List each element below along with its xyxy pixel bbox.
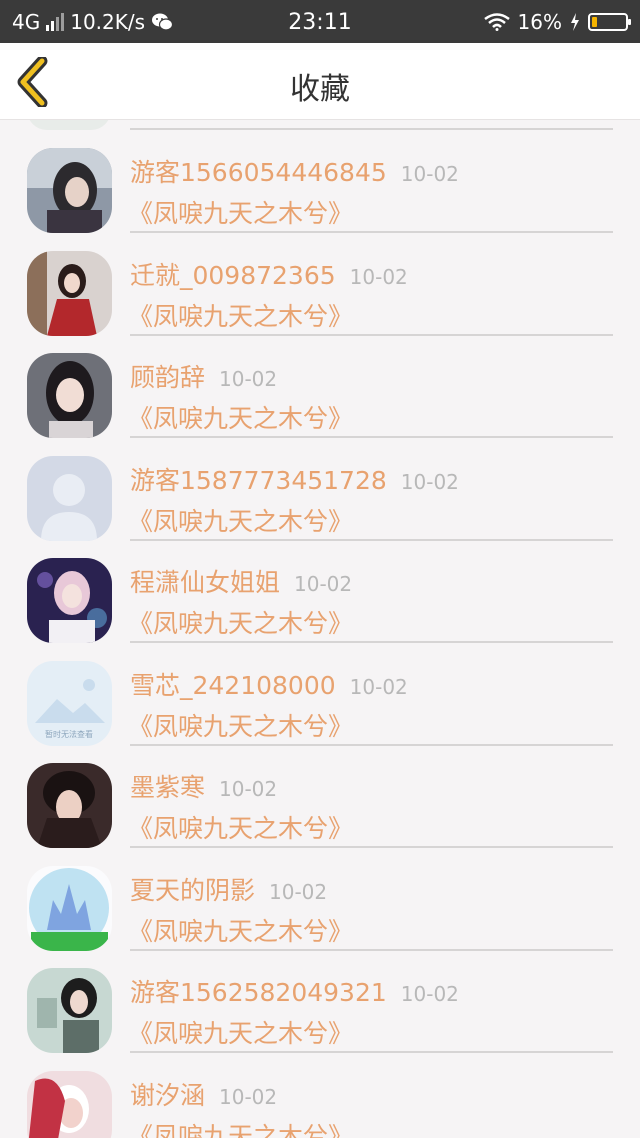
divider <box>130 743 613 746</box>
date-label: 10-02 <box>400 469 459 494</box>
avatar-caption: 暂时无法查看 <box>45 729 93 739</box>
username: 游客1562582049321 10-02 <box>130 973 459 1009</box>
date-label: 10-02 <box>219 777 278 801</box>
avatar[interactable] <box>27 763 112 848</box>
date-label: 10-02 <box>294 572 353 596</box>
book-title-link[interactable]: 《凤唳九天之木兮》 <box>128 399 353 435</box>
book-title-link[interactable]: 《凤唳九天之木兮》 <box>128 707 353 743</box>
divider <box>130 436 613 438</box>
username: 夏天的阴影 10-02 <box>130 871 327 907</box>
avatar[interactable] <box>27 558 112 643</box>
book-title-link[interactable]: 《凤唳九天之木兮》 <box>128 194 353 230</box>
username-text: 迁就_009872365 <box>130 260 336 290</box>
status-right: 16% <box>483 10 631 34</box>
avatar[interactable] <box>27 968 112 1053</box>
username-text: 谢汐涵 <box>130 1080 206 1110</box>
list-item[interactable]: 游客1566054446845 10-02 《凤唳九天之木兮》 <box>0 148 640 250</box>
username-text: 程潇仙女姐姐 <box>130 568 281 597</box>
battery-percent: 16% <box>517 10 562 34</box>
avatar[interactable] <box>27 148 112 233</box>
divider <box>130 128 613 130</box>
book-title-link[interactable]: 《凤唳九天之木兮》 <box>128 502 353 538</box>
avatar[interactable] <box>27 865 112 951</box>
username: 谢汐涵 10-02 <box>130 1076 277 1112</box>
wifi-icon <box>483 13 510 31</box>
divider <box>130 538 613 541</box>
avatar[interactable]: 暂时无法查看 <box>27 660 112 746</box>
status-bar: 4G 10.2K/s 23:11 16% <box>0 0 640 43</box>
username: 墨紫寒 10-02 <box>130 768 277 804</box>
date-label: 10-02 <box>269 879 328 904</box>
list-item[interactable]: 谢汐涵 10-02 《凤唳九天之木兮》 <box>0 1070 640 1138</box>
username: 雪芯_242108000 10-02 <box>130 666 408 702</box>
list-item[interactable]: 迁就_009872365 10-02 《凤唳九天之木兮》 <box>0 250 640 353</box>
username: 游客1566054446845 10-02 <box>130 153 459 189</box>
list-item[interactable]: 程潇仙女姐姐 10-02 《凤唳九天之木兮》 <box>0 558 640 660</box>
divider <box>130 846 613 848</box>
date-label: 10-02 <box>219 367 278 391</box>
book-title-link[interactable]: 《凤唳九天之木兮》 <box>128 604 353 640</box>
list-item[interactable]: 夏天的阴影 10-02 《凤唳九天之木兮》 <box>0 865 640 968</box>
avatar[interactable] <box>27 353 112 438</box>
battery-icon <box>588 13 631 31</box>
username-text: 游客1587773451728 <box>130 465 387 495</box>
divider <box>130 333 613 336</box>
avatar[interactable] <box>27 250 112 336</box>
charging-icon <box>571 13 579 31</box>
list-item[interactable]: 顾韵辞 10-02 《凤唳九天之木兮》 <box>0 353 640 455</box>
username-text: 雪芯_242108000 <box>130 670 336 700</box>
avatar[interactable] <box>27 455 112 541</box>
partial-avatar <box>27 120 111 130</box>
date-label: 10-02 <box>400 162 459 186</box>
date-label: 10-02 <box>219 1084 278 1109</box>
list-item[interactable]: 暂时无法查看 雪芯_242108000 10-02 《凤唳九天之木兮》 <box>0 660 640 763</box>
username: 游客1587773451728 10-02 <box>130 461 459 497</box>
page-title: 收藏 <box>290 72 350 107</box>
divider <box>130 1051 613 1053</box>
username-text: 夏天的阴影 <box>130 875 256 905</box>
divider <box>130 641 613 643</box>
book-title-link[interactable]: 《凤唳九天之木兮》 <box>128 1014 353 1050</box>
username-text: 游客1566054446845 <box>130 158 387 187</box>
header: 收藏 <box>0 43 640 120</box>
book-title-link[interactable]: 《凤唳九天之木兮》 <box>128 1117 353 1138</box>
username: 程潇仙女姐姐 10-02 <box>130 563 352 599</box>
list-item[interactable]: 游客1562582049321 10-02 《凤唳九天之木兮》 <box>0 968 640 1070</box>
list-item[interactable]: 游客1587773451728 10-02 《凤唳九天之木兮》 <box>0 455 640 558</box>
date-label: 10-02 <box>400 982 459 1006</box>
divider <box>130 948 613 951</box>
book-title-link[interactable]: 《凤唳九天之木兮》 <box>128 297 353 333</box>
book-title-link[interactable]: 《凤唳九天之木兮》 <box>128 809 353 845</box>
divider <box>130 231 613 233</box>
date-label: 10-02 <box>349 264 408 289</box>
avatar[interactable] <box>27 1070 112 1138</box>
list-item[interactable]: 墨紫寒 10-02 《凤唳九天之木兮》 <box>0 763 640 865</box>
username: 顾韵辞 10-02 <box>130 358 277 394</box>
book-title-link[interactable]: 《凤唳九天之木兮》 <box>128 912 353 948</box>
username-text: 顾韵辞 <box>130 363 206 392</box>
username: 迁就_009872365 10-02 <box>130 256 408 292</box>
username-text: 游客1562582049321 <box>130 978 387 1007</box>
username-text: 墨紫寒 <box>130 773 206 802</box>
date-label: 10-02 <box>349 674 408 699</box>
favorites-list: 游客1566054446845 10-02 《凤唳九天之木兮》 迁就_00987236… <box>0 120 640 1138</box>
